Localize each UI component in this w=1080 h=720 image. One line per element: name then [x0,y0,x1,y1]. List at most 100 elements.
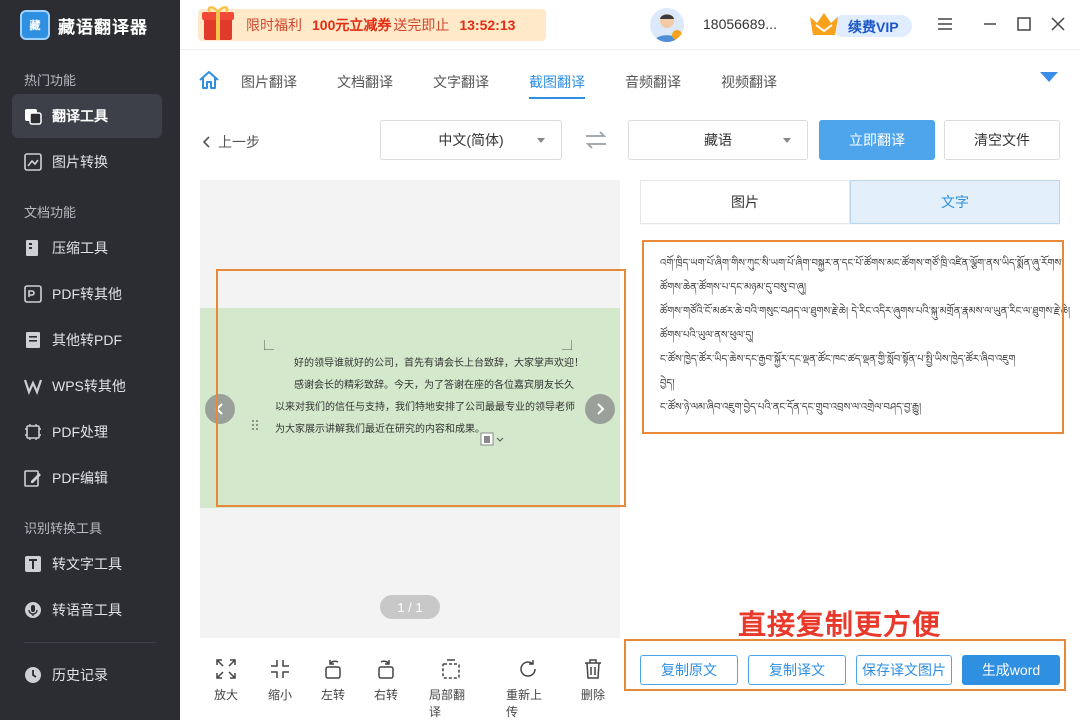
trash-icon [585,659,601,679]
promo-suffix: 送完即止 [393,17,450,33]
voice-tool-icon [24,601,42,619]
tab-result-text[interactable]: 文字 [850,180,1060,224]
sidebar-item-voice-tool[interactable]: 转语音工具 [12,588,162,632]
text-tool-icon [24,555,42,573]
sidebar-item-pdf-convert[interactable]: PDF转其他 [12,272,162,316]
source-language-select[interactable]: 中文(简体) [380,120,562,160]
rotate-right-tool[interactable]: 右转 [364,658,408,703]
sidebar-item-image-convert[interactable]: 图片转换 [12,140,162,184]
slogan-text: 直接复制更方便 [738,609,942,640]
zoom-in-tool[interactable]: 放大 [204,658,248,703]
tab-video-translate[interactable]: 视频翻译 [721,72,777,92]
rotate-left-tool[interactable]: 左转 [311,658,355,703]
target-language-value: 藏语 [704,132,732,148]
tab-text-translate[interactable]: 文字翻译 [433,72,489,92]
partial-translate-icon [442,659,460,679]
top-bar: 限时福利 100元立减券 送完即止 13:52:13 18056689... 续… [180,0,1080,50]
tool-label: 局部翻译 [429,688,466,719]
target-language-select[interactable]: 藏语 [628,120,808,160]
sidebar-item-translate-tool[interactable]: 翻译工具 [12,94,162,138]
app-name: 藏语翻译器 [58,17,148,37]
sidebar-item-wps[interactable]: WPS转其他 [12,364,162,408]
pdf-convert-icon [24,285,42,303]
back-button[interactable]: 上一步 [200,132,260,152]
avatar[interactable] [650,8,684,42]
tool-label: 重新上传 [506,688,543,719]
minimize-icon[interactable] [980,14,1000,34]
source-highlight-frame [216,269,626,507]
user-phone: 18056689... [703,16,777,32]
promo-label: 限时福利 [246,17,302,33]
translate-now-button[interactable]: 立即翻译 [819,120,935,160]
wps-icon [24,377,42,395]
renew-vip-button[interactable]: 续费VIP [808,9,914,41]
history-icon [24,666,42,684]
tab-doc-translate[interactable]: 文档翻译 [337,72,393,92]
rotate-left-icon [325,660,341,679]
section-doc: 文档功能 [24,205,77,220]
generate-word-button[interactable]: 生成word [962,655,1060,685]
pdf-process-icon [24,423,42,441]
tab-screenshot-translate[interactable]: 截图翻译 [529,72,585,92]
section-recognize: 识别转换工具 [24,521,103,536]
to-pdf-icon [24,331,42,349]
clear-files-button[interactable]: 清空文件 [944,120,1060,160]
tab-image-translate[interactable]: 图片翻译 [241,72,297,92]
reupload-tool[interactable]: 重新上传 [506,658,550,720]
sidebar-item-label: 转文字工具 [52,556,122,572]
pdf-edit-icon [24,469,42,487]
sidebar-item-compress[interactable]: 压缩工具 [12,226,162,270]
reupload-icon [520,660,536,677]
sidebar-item-label: PDF转其他 [52,286,122,302]
rotate-right-icon [378,660,394,679]
tool-label: 删除 [580,688,605,702]
sidebar-item-label: WPS转其他 [52,378,126,394]
chevron-down-icon [783,138,791,143]
app-logo: 藏 藏语翻译器 [20,10,148,40]
expand-icon [216,659,236,679]
active-tab-indicator [529,97,585,99]
close-icon[interactable] [1048,14,1068,34]
copy-translation-button[interactable]: 复制译文 [748,655,846,685]
page-counter: 1 / 1 [380,595,440,619]
sidebar-item-pdf-process[interactable]: PDF处理 [12,410,162,454]
promo-coupon: 100元立减券 [312,17,392,33]
delete-tool[interactable]: 删除 [571,658,615,703]
logo-badge: 藏 [20,10,50,40]
shrink-icon [271,660,289,678]
translation-highlight-frame [642,240,1064,434]
sidebar: 藏 藏语翻译器 热门功能 翻译工具 图片转换 文档功能 压缩工具 PDF转其他 … [0,0,180,720]
tool-label: 放大 [213,688,238,702]
sidebar-item-label: 翻译工具 [52,108,108,124]
gift-icon [202,6,234,40]
tab-audio-translate[interactable]: 音频翻译 [625,72,681,92]
home-icon[interactable] [198,69,220,91]
back-label: 上一步 [218,134,260,150]
sidebar-item-label: PDF处理 [52,424,108,440]
collapse-triangle-icon[interactable] [1038,70,1060,84]
sidebar-item-label: 其他转PDF [52,332,122,348]
promo-banner[interactable]: 限时福利 100元立减券 送完即止 13:52:13 [198,6,546,41]
sidebar-item-label: 历史记录 [52,667,108,683]
promo-timer: 13:52:13 [459,17,516,33]
user-avatar-icon [650,8,684,42]
sidebar-item-pdf-edit[interactable]: PDF编辑 [12,456,162,500]
swap-languages-icon[interactable] [584,130,608,150]
translate-tool-icon [24,107,42,125]
save-translation-image-button[interactable]: 保存译文图片 [856,655,952,685]
compress-icon [24,239,42,257]
tab-result-image[interactable]: 图片 [640,180,850,224]
zoom-out-tool[interactable]: 缩小 [258,658,302,703]
source-language-value: 中文(简体) [438,132,504,148]
maximize-icon[interactable] [1014,14,1034,34]
sidebar-item-to-pdf[interactable]: 其他转PDF [12,318,162,362]
sidebar-item-label: 转语音工具 [52,602,122,618]
sidebar-item-text-tool[interactable]: 转文字工具 [12,542,162,586]
tool-label: 左转 [320,688,345,702]
menu-icon[interactable] [935,14,955,34]
sidebar-item-history[interactable]: 历史记录 [12,653,162,697]
sidebar-divider [24,642,156,643]
partial-translate-tool[interactable]: 局部翻译 [429,658,473,720]
copy-source-button[interactable]: 复制原文 [640,655,738,685]
vip-label: 续费VIP [848,19,899,35]
